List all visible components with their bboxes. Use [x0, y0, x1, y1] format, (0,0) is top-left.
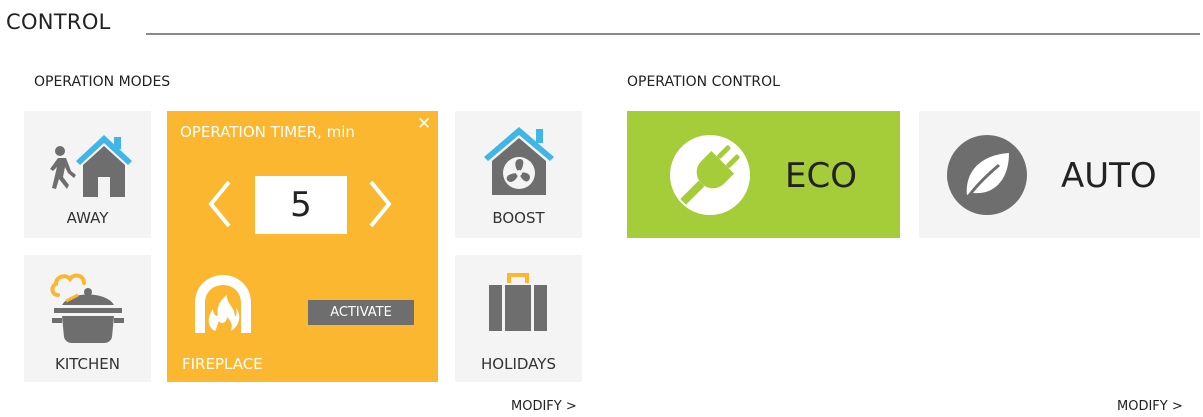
kitchen-mode-tile[interactable]: KITCHEN: [24, 255, 151, 382]
eco-label: ECO: [785, 156, 857, 196]
operation-control-heading: OPERATION CONTROL: [627, 74, 780, 90]
increase-timer-button[interactable]: [367, 179, 393, 229]
operation-control-modify-link[interactable]: MODIFY >: [1117, 399, 1183, 414]
auto-label: AUTO: [1061, 156, 1157, 196]
plug-icon: [670, 135, 750, 215]
operation-modes-modify-link[interactable]: MODIFY >: [511, 399, 577, 414]
fireplace-icon: [195, 275, 251, 333]
title-divider: [146, 33, 1200, 35]
holidays-mode-tile[interactable]: HOLIDAYS: [455, 255, 582, 382]
away-mode-tile[interactable]: AWAY: [24, 111, 151, 238]
leaf-icon: [947, 135, 1027, 215]
boost-mode-tile[interactable]: BOOST: [455, 111, 582, 238]
suitcase-icon: [489, 273, 547, 331]
away-mode-label: AWAY: [66, 209, 109, 227]
boost-house-fan-icon: [484, 127, 554, 195]
away-icon: [50, 135, 132, 197]
activate-button[interactable]: ACTIVATE: [308, 300, 414, 325]
timer-value: 5: [255, 176, 347, 234]
auto-control-tile[interactable]: AUTO: [919, 111, 1200, 238]
kitchen-mode-label: KITCHEN: [55, 355, 120, 373]
boost-mode-label: BOOST: [492, 209, 545, 227]
operation-timer-title: OPERATION TIMER, min: [180, 123, 355, 141]
decrease-timer-button[interactable]: [207, 179, 233, 229]
operation-modes-heading: OPERATION MODES: [34, 74, 171, 90]
eco-control-tile[interactable]: ECO: [627, 111, 900, 238]
fireplace-mode-label: FIREPLACE: [182, 355, 263, 373]
page-title: CONTROL: [6, 10, 111, 34]
close-icon[interactable]: ✕: [417, 114, 431, 134]
holidays-mode-label: HOLIDAYS: [481, 355, 556, 373]
kitchen-pot-icon: [50, 273, 124, 343]
fireplace-timer-panel[interactable]: OPERATION TIMER, min ✕ 5 ACTIVATE FIREPL…: [167, 111, 438, 382]
